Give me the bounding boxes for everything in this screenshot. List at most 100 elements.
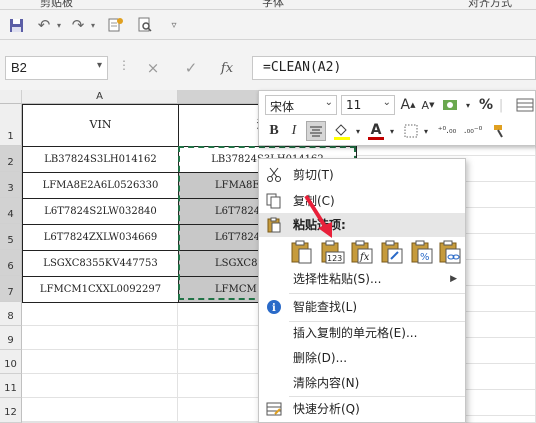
paste-options-header: 粘贴选项: (259, 213, 465, 237)
borders-button[interactable] (401, 121, 421, 141)
svg-text:i: i (272, 303, 276, 314)
paste-formulas-button[interactable]: fx (349, 239, 375, 265)
decrease-font-icon: A (421, 98, 430, 112)
row-header-11[interactable]: 11 (0, 374, 22, 398)
smart-lookup-icon: i (265, 298, 283, 316)
name-box[interactable]: B2 ▾ (5, 56, 108, 80)
paste-transpose-button[interactable] (379, 239, 405, 265)
menu-item-cut[interactable]: 剪切(T) (259, 163, 465, 187)
menu-item-copy[interactable]: 复制(C) (259, 189, 465, 213)
chevron-down-icon[interactable]: ⌄ (383, 97, 391, 108)
menu-item-clear-label: 清除内容(N) (293, 376, 360, 390)
menu-item-smart-lookup[interactable]: i 智能查找(L) (259, 295, 465, 319)
select-all-corner[interactable] (0, 90, 22, 104)
ribbon-group-clipboard: 剪贴板 (40, 0, 73, 9)
row-header-6[interactable]: 6 (0, 250, 22, 276)
undo-dropdown-icon[interactable]: ▾ (54, 15, 64, 35)
comma-style-button[interactable] (515, 95, 535, 115)
ribbon-group-alignment: 对齐方式 (468, 0, 512, 9)
menu-item-clear-contents[interactable]: 清除内容(N) (259, 371, 465, 395)
scissors-icon (265, 166, 283, 184)
chevron-down-icon[interactable]: ▾ (463, 96, 473, 114)
font-name-select[interactable]: 宋体 ⌄ (265, 95, 337, 115)
cancel-formula-button[interactable]: × (140, 57, 166, 79)
format-painter-icon[interactable] (104, 15, 126, 35)
font-name-value: 宋体 (270, 100, 295, 114)
row-header-10[interactable]: 10 (0, 350, 22, 374)
menu-item-quick-analysis-label: 快速分析(Q) (293, 402, 360, 416)
cell-a4[interactable]: L6T7824S2LW032840 (22, 198, 179, 225)
menu-item-paste-special[interactable]: 选择性粘贴(S)... ▶ (259, 267, 465, 291)
ribbon-group-labels: 剪贴板 字体 对齐方式 (0, 0, 536, 10)
menu-item-delete[interactable]: 删除(D)... (259, 346, 465, 370)
menu-separator (289, 293, 465, 294)
mini-toolbar: 宋体 ⌄ 11 ⌄ A ▲ A ▼ ▾ % | B I ▾ A ▾ ▾ ⁺⁰.₀₀ … (258, 90, 536, 146)
row-header-8[interactable]: 8 (0, 302, 22, 326)
row-header-1[interactable]: 1 (0, 104, 22, 146)
paste-link-button[interactable] (437, 239, 463, 265)
row-header-12[interactable]: 12 (0, 398, 22, 423)
increase-font-size-button[interactable]: A ▲ (399, 96, 417, 114)
paste-button[interactable] (289, 239, 315, 265)
redo-dropdown-icon[interactable]: ▾ (88, 15, 98, 35)
chevron-down-icon[interactable]: ▾ (387, 121, 397, 141)
chevron-down-icon[interactable]: ▾ (353, 121, 363, 141)
font-color-swatch (368, 136, 384, 140)
cell-a5[interactable]: L6T7824ZXLW034669 (22, 224, 179, 251)
cell-a2[interactable]: LB37824S3LH014162 (22, 146, 179, 173)
print-preview-icon[interactable] (134, 15, 156, 35)
font-color-letter: A (370, 121, 382, 138)
font-size-select[interactable]: 11 ⌄ (341, 95, 395, 115)
menu-item-smart-lookup-label: 智能查找(L) (293, 300, 358, 314)
formula-bar: B2 ▾ ⋮ × ✓ fx =CLEAN(A2) (0, 40, 536, 90)
ribbon-group-font: 字体 (262, 0, 284, 9)
font-color-button[interactable]: A (365, 121, 387, 141)
format-painter-brush-icon[interactable] (489, 121, 511, 141)
chevron-down-icon[interactable]: ⌄ (325, 97, 333, 108)
fill-color-button[interactable] (331, 121, 353, 141)
cell-a7[interactable]: LFMCM1CXXL0092297 (22, 276, 179, 303)
decrease-font-size-button[interactable]: A ▼ (419, 96, 437, 114)
italic-button[interactable]: I (285, 121, 303, 141)
svg-text:fx: fx (359, 252, 370, 263)
enter-formula-button[interactable]: ✓ (178, 57, 204, 79)
cell-a3[interactable]: LFMA8E2A6L0526330 (22, 172, 179, 199)
cell-a6[interactable]: LSGXC8355KV447753 (22, 250, 179, 277)
menu-item-quick-analysis[interactable]: 快速分析(Q) (259, 397, 465, 421)
row-header-4[interactable]: 4 (0, 198, 22, 224)
quick-analysis-icon (265, 400, 283, 418)
row-header-5[interactable]: 5 (0, 224, 22, 250)
bold-button[interactable]: B (265, 121, 283, 141)
menu-item-cut-label: 剪切(T) (293, 168, 334, 182)
paste-values-button[interactable]: 123 (319, 239, 345, 265)
row-header-7[interactable]: 7 (0, 276, 22, 302)
toolbar-divider: | (498, 97, 504, 113)
row-header-2[interactable]: 2 (0, 146, 22, 172)
chevron-right-icon: ▶ (450, 274, 457, 284)
paste-formatting-button[interactable]: % (409, 239, 435, 265)
menu-item-delete-label: 删除(D)... (293, 351, 348, 365)
quick-access-toolbar: ↶ ▾ ↷ ▾ ▿ (0, 10, 536, 40)
decrease-decimal-button[interactable]: .₀₀⁻⁰ (461, 121, 485, 141)
customize-toolbar-icon[interactable]: ▿ (166, 15, 182, 35)
chevron-down-icon[interactable]: ▾ (421, 121, 431, 141)
row-header-3[interactable]: 3 (0, 172, 22, 198)
splitter-dots-icon[interactable]: ⋮ (118, 58, 130, 72)
insert-function-button[interactable]: fx (214, 57, 240, 79)
percent-style-button[interactable]: % (477, 95, 495, 115)
menu-item-insert-copied-cells[interactable]: 插入复制的单元格(E)... (259, 321, 465, 345)
empty-cells-a[interactable] (22, 302, 178, 423)
svg-text:%: % (420, 252, 430, 263)
annotation-arrow (304, 194, 332, 238)
chevron-down-icon[interactable]: ▾ (97, 60, 102, 71)
center-align-button[interactable] (306, 121, 326, 141)
column-header-a[interactable]: A (22, 90, 178, 104)
cell-a1[interactable]: VIN (22, 104, 179, 147)
redo-icon[interactable]: ↷ (68, 15, 88, 35)
save-icon[interactable] (6, 15, 26, 35)
number-format-button[interactable] (441, 95, 463, 115)
undo-icon[interactable]: ↶ (34, 15, 54, 35)
formula-input[interactable]: =CLEAN(A2) (252, 56, 536, 80)
increase-decimal-button[interactable]: ⁺⁰.₀₀ (435, 121, 459, 141)
row-header-9[interactable]: 9 (0, 326, 22, 350)
